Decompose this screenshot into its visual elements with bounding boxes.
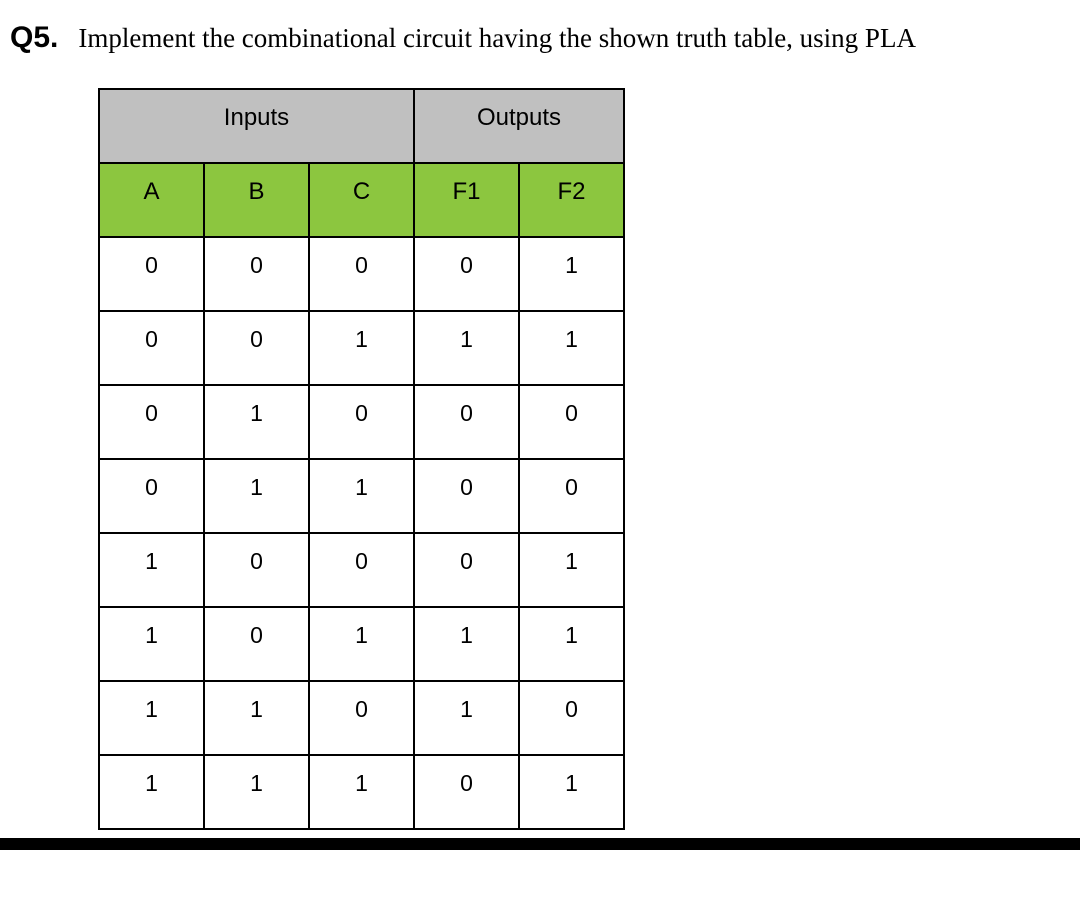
cell-f1: 0 — [414, 385, 519, 459]
cell-c: 0 — [309, 533, 414, 607]
truth-table-wrap: Inputs Outputs A B C F1 F2 0 0 0 0 1 0 0 — [0, 58, 1080, 830]
cell-b: 0 — [204, 533, 309, 607]
cell-b: 1 — [204, 385, 309, 459]
cell-a: 0 — [99, 459, 204, 533]
col-header-f1: F1 — [414, 163, 519, 237]
table-body: 0 0 0 0 1 0 0 1 1 1 0 1 0 0 0 0 — [99, 237, 624, 829]
table-row: 1 1 1 0 1 — [99, 755, 624, 829]
cell-f2: 0 — [519, 459, 624, 533]
cell-b: 1 — [204, 681, 309, 755]
cell-c: 1 — [309, 311, 414, 385]
cell-a: 0 — [99, 237, 204, 311]
cell-c: 0 — [309, 681, 414, 755]
outputs-group-header: Outputs — [414, 89, 624, 163]
cell-f2: 1 — [519, 755, 624, 829]
cell-f1: 0 — [414, 237, 519, 311]
cell-b: 0 — [204, 237, 309, 311]
table-row: 1 1 0 1 0 — [99, 681, 624, 755]
cell-a: 1 — [99, 755, 204, 829]
cell-b: 0 — [204, 311, 309, 385]
question-row: Q5. Implement the combinational circuit … — [0, 20, 1080, 58]
cell-b: 1 — [204, 459, 309, 533]
col-header-f2: F2 — [519, 163, 624, 237]
cell-f1: 1 — [414, 681, 519, 755]
inputs-group-header: Inputs — [99, 89, 414, 163]
table-row: 0 1 0 0 0 — [99, 385, 624, 459]
cell-f2: 1 — [519, 237, 624, 311]
cell-f2: 0 — [519, 385, 624, 459]
table-row: 0 0 0 0 1 — [99, 237, 624, 311]
table-row: 0 1 1 0 0 — [99, 459, 624, 533]
cell-f1: 1 — [414, 311, 519, 385]
cell-f2: 1 — [519, 533, 624, 607]
group-header-row: Inputs Outputs — [99, 89, 624, 163]
question-number: Q5. — [10, 21, 58, 55]
cell-c: 1 — [309, 459, 414, 533]
cell-c: 1 — [309, 607, 414, 681]
cell-c: 0 — [309, 385, 414, 459]
cell-f1: 0 — [414, 459, 519, 533]
cell-b: 1 — [204, 755, 309, 829]
cell-a: 0 — [99, 311, 204, 385]
cell-a: 1 — [99, 607, 204, 681]
table-row: 0 0 1 1 1 — [99, 311, 624, 385]
cell-a: 1 — [99, 681, 204, 755]
col-header-b: B — [204, 163, 309, 237]
cell-a: 0 — [99, 385, 204, 459]
column-header-row: A B C F1 F2 — [99, 163, 624, 237]
truth-table: Inputs Outputs A B C F1 F2 0 0 0 0 1 0 0 — [98, 88, 625, 830]
question-text: Implement the combinational circuit havi… — [78, 20, 916, 58]
cell-c: 0 — [309, 237, 414, 311]
cell-b: 0 — [204, 607, 309, 681]
cell-f1: 1 — [414, 607, 519, 681]
cell-f2: 1 — [519, 311, 624, 385]
cell-c: 1 — [309, 755, 414, 829]
col-header-a: A — [99, 163, 204, 237]
col-header-c: C — [309, 163, 414, 237]
footer-bar — [0, 838, 1080, 850]
cell-f2: 0 — [519, 681, 624, 755]
cell-f1: 0 — [414, 755, 519, 829]
table-row: 1 0 0 0 1 — [99, 533, 624, 607]
table-row: 1 0 1 1 1 — [99, 607, 624, 681]
cell-f2: 1 — [519, 607, 624, 681]
cell-f1: 0 — [414, 533, 519, 607]
cell-a: 1 — [99, 533, 204, 607]
